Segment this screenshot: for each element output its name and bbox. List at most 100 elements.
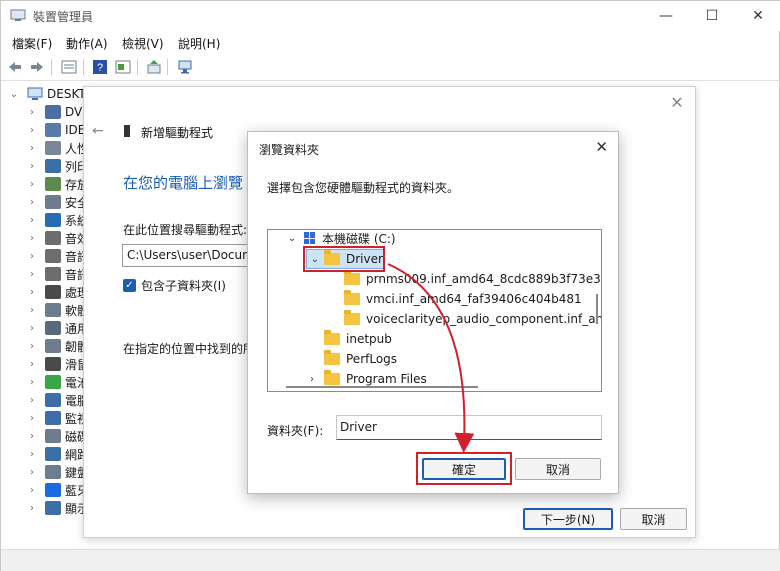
tree-item[interactable]: › 網路 <box>27 445 89 463</box>
horizontal-scrollbar[interactable] <box>286 386 478 388</box>
search-path-input[interactable]: C:\Users\user\Documents <box>122 244 262 267</box>
tree-root[interactable]: ⌄ DESKT <box>9 85 86 103</box>
chevron-right-icon[interactable]: › <box>27 413 37 424</box>
tree-item[interactable]: › 滑鼠 <box>27 355 89 373</box>
tree-item[interactable]: › 電池 <box>27 373 89 391</box>
minimize-button[interactable]: — <box>643 1 689 31</box>
chevron-right-icon[interactable]: › <box>27 377 37 388</box>
checkmark-icon[interactable]: ✓ <box>123 279 136 292</box>
chevron-right-icon[interactable]: › <box>27 197 37 208</box>
tree-root-label: DESKT <box>47 87 86 101</box>
tree-item[interactable]: › 藍牙 <box>27 481 89 499</box>
tree-item[interactable]: voiceclarityep_audio_component.inf_amd64 <box>344 309 601 329</box>
menu-action[interactable]: 動作(A) <box>66 35 108 52</box>
chevron-right-icon[interactable]: › <box>27 215 37 226</box>
back-arrow-icon[interactable]: ← <box>92 123 104 139</box>
vertical-scrollbar[interactable] <box>596 294 598 324</box>
update-driver-icon[interactable] <box>144 58 164 76</box>
tree-item[interactable]: › 處理 <box>27 283 89 301</box>
device-icon <box>45 447 61 461</box>
chevron-right-icon[interactable]: › <box>27 143 37 154</box>
menu-file[interactable]: 檔案(F) <box>12 35 52 52</box>
tree-item[interactable]: › 監視 <box>27 409 89 427</box>
chevron-down-icon[interactable]: ⌄ <box>286 233 298 244</box>
tree-item[interactable]: › 音訊 <box>27 265 89 283</box>
chevron-right-icon[interactable]: › <box>27 395 37 406</box>
tree-item[interactable]: prnms009.inf_amd64_8cdc889b3f73e3e <box>344 269 601 289</box>
device-icon <box>45 339 61 353</box>
tree-item[interactable]: › DVI <box>27 103 86 121</box>
back-arrow-icon[interactable] <box>5 58 25 76</box>
browse-cancel-button[interactable]: 取消 <box>515 458 601 480</box>
tree-item[interactable]: › 系統 <box>27 211 89 229</box>
tree-item[interactable]: › 電腦 <box>27 391 89 409</box>
chevron-right-icon[interactable]: › <box>27 287 37 298</box>
scan-hardware-icon[interactable] <box>175 58 195 76</box>
tree-item[interactable]: inetpub <box>324 329 392 349</box>
chevron-right-icon[interactable]: › <box>27 503 37 514</box>
next-button[interactable]: 下一步(N) <box>523 508 613 530</box>
wizard-cancel-button[interactable]: 取消 <box>620 508 687 530</box>
chevron-right-icon[interactable]: › <box>306 374 318 385</box>
tree-item[interactable]: › 音訊 <box>27 247 89 265</box>
chevron-down-icon[interactable]: ⌄ <box>9 89 19 100</box>
maximize-button[interactable]: ☐ <box>689 1 735 31</box>
device-icon <box>45 213 61 227</box>
tree-item[interactable]: › 磁碟 <box>27 427 89 445</box>
chevron-right-icon[interactable]: › <box>27 341 37 352</box>
include-subfolders-label: 包含子資料夾(I) <box>141 279 226 293</box>
tree-item[interactable]: › 存放 <box>27 175 89 193</box>
chevron-right-icon[interactable]: › <box>27 485 37 496</box>
help-icon[interactable]: ? <box>90 58 110 76</box>
chevron-right-icon[interactable]: › <box>27 467 37 478</box>
show-hidden-icon[interactable] <box>113 58 133 76</box>
tree-item[interactable]: › 顯示 <box>27 499 89 517</box>
tree-item[interactable]: › 列印 <box>27 157 89 175</box>
tree-item[interactable]: › 鍵盤 <box>27 463 89 481</box>
computer-icon <box>27 87 43 100</box>
chevron-right-icon[interactable]: › <box>27 359 37 370</box>
driver-icon <box>124 125 130 137</box>
folder-label: 資料夾(F): <box>267 424 324 438</box>
close-button[interactable]: ✕ <box>735 1 780 31</box>
tree-item[interactable]: › 韌體 <box>27 337 89 355</box>
folder-icon <box>324 350 340 365</box>
chevron-right-icon[interactable]: › <box>27 251 37 262</box>
menu-view[interactable]: 檢視(V) <box>122 35 164 52</box>
forward-arrow-icon[interactable] <box>27 58 47 76</box>
toolbar: ? <box>1 54 780 81</box>
chevron-right-icon[interactable]: › <box>27 107 37 118</box>
close-icon[interactable]: ✕ <box>595 138 608 156</box>
folder-input[interactable]: Driver <box>336 415 602 440</box>
device-icon <box>45 357 61 371</box>
properties-icon[interactable] <box>59 58 79 76</box>
chevron-right-icon[interactable]: › <box>27 161 37 172</box>
tree-item[interactable]: PerfLogs <box>324 349 397 369</box>
chevron-right-icon[interactable]: › <box>27 323 37 334</box>
browse-instruction: 選擇包含您硬體驅動程式的資料夾。 <box>267 181 460 195</box>
device-icon <box>45 483 61 497</box>
chevron-right-icon[interactable]: › <box>27 125 37 136</box>
tree-item[interactable]: vmci.inf_amd64_faf39406c404b481 <box>344 289 582 309</box>
folder-icon <box>344 310 360 325</box>
tree-item[interactable]: › IDE <box>27 121 85 139</box>
tree-item[interactable]: › 人性 <box>27 139 89 157</box>
chevron-right-icon[interactable]: › <box>27 179 37 190</box>
tree-item[interactable]: › 軟體 <box>27 301 89 319</box>
tree-item[interactable]: › 音效 <box>27 229 89 247</box>
chevron-right-icon[interactable]: › <box>27 431 37 442</box>
tree-item-label: 本機磁碟 (C:) <box>322 231 396 246</box>
chevron-right-icon[interactable]: › <box>27 305 37 316</box>
chevron-right-icon[interactable]: › <box>27 233 37 244</box>
drive-icon <box>304 232 316 244</box>
folder-icon <box>344 270 360 285</box>
tree-item[interactable]: › 安全 <box>27 193 89 211</box>
chevron-right-icon[interactable]: › <box>27 269 37 280</box>
menu-help[interactable]: 說明(H) <box>178 35 220 52</box>
chevron-right-icon[interactable]: › <box>27 449 37 460</box>
wizard-close-icon[interactable]: ✕ <box>667 93 687 113</box>
device-icon <box>45 465 61 479</box>
tree-item[interactable]: › 通用 <box>27 319 89 337</box>
device-icon <box>45 159 61 173</box>
include-subfolders-checkbox[interactable]: ✓ 包含子資料夾(I) <box>123 277 226 294</box>
